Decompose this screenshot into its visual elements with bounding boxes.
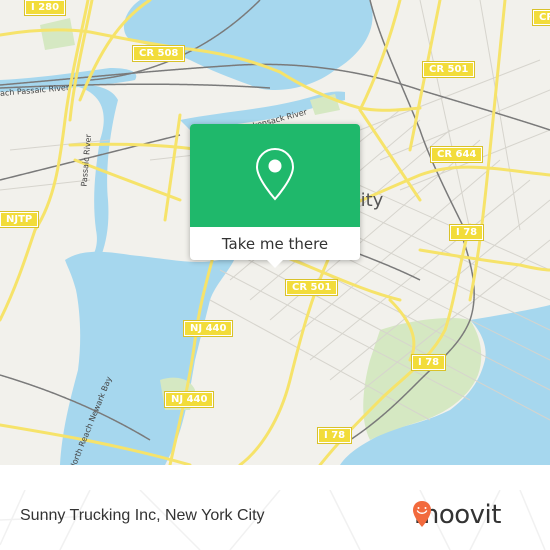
road-shield-cr501-north: CR 501: [421, 61, 476, 78]
map-pin-icon: [255, 147, 295, 205]
road-shield-cr501-south: CR 501: [284, 279, 339, 296]
road-shield-njtp: NJTP: [0, 211, 40, 228]
road-shield-cr508: CR 508: [131, 45, 186, 62]
location-popup: Take me there: [190, 124, 360, 268]
road-shield-i78-south: I 78: [316, 427, 353, 444]
water-passaic-bend: [70, 84, 118, 270]
road-shield-i280: I 280: [23, 0, 67, 16]
road-shield-cr644: CR 644: [429, 146, 484, 163]
map-view[interactable]: I 280 CR 508 CR 501 CR 501 CR 644 NJTP I…: [0, 0, 550, 465]
popup-header: [190, 124, 360, 227]
park-north: [40, 18, 75, 50]
road-shield-i78-center: I 78: [410, 354, 447, 371]
popup-pointer: [267, 260, 283, 268]
moovit-logo[interactable]: moovit: [412, 500, 501, 530]
footer-bar: Sunny Trucking Inc, New York City moovit: [0, 490, 550, 550]
take-me-there-button[interactable]: Take me there: [190, 227, 360, 260]
road-shield-nj440-north: NJ 440: [182, 320, 234, 337]
road-shield-cr501-edge: CR 501: [531, 9, 550, 26]
road-shield-nj440-south: NJ 440: [163, 391, 215, 408]
road-shield-i78-north: I 78: [448, 224, 485, 241]
place-title: Sunny Trucking Inc, New York City: [20, 507, 265, 524]
